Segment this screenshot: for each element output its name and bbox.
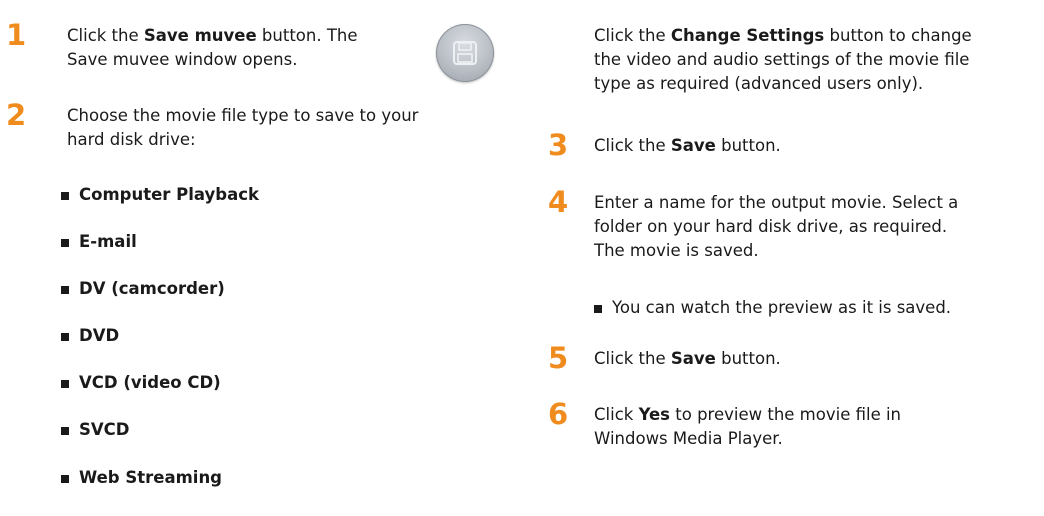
note-line-2: the video and audio settings of the movi… bbox=[594, 50, 970, 69]
bullet-icon bbox=[61, 475, 69, 483]
save-muvee-icon bbox=[436, 24, 494, 82]
bullet-icon bbox=[61, 192, 69, 200]
bullet-icon bbox=[594, 305, 602, 313]
step-4-line-2: folder on your hard disk drive, as requi… bbox=[594, 217, 948, 236]
bullet-icon bbox=[61, 333, 69, 341]
step-4-line-3: The movie is saved. bbox=[594, 241, 759, 260]
step-2-line-2: hard disk drive: bbox=[67, 130, 196, 149]
step-4-line-1: Enter a name for the output movie. Selec… bbox=[594, 193, 959, 212]
step-number: 2 bbox=[6, 98, 27, 132]
step-1-line-1: Click the Save muvee button. The bbox=[67, 26, 358, 45]
step-number: 1 bbox=[6, 18, 27, 52]
step-number: 6 bbox=[548, 397, 569, 431]
step-6-line-1: Click Yes to preview the movie file in bbox=[594, 405, 902, 424]
bullet-icon bbox=[61, 380, 69, 388]
bullet-icon bbox=[61, 239, 69, 247]
step-5-text: Click the Save button. bbox=[594, 349, 781, 368]
step-1-line-2: Save muvee window opens. bbox=[67, 50, 298, 69]
note-line-3: type as required (advanced users only). bbox=[594, 74, 924, 93]
bullet-icon bbox=[61, 427, 69, 435]
step-number: 5 bbox=[548, 341, 569, 375]
note-line-1: Click the Change Settings button to chan… bbox=[594, 26, 972, 45]
step-3-text: Click the Save button. bbox=[594, 136, 781, 155]
step-number: 3 bbox=[548, 128, 569, 162]
bullet-icon bbox=[61, 286, 69, 294]
step-number: 4 bbox=[548, 185, 569, 219]
step-2-line-1: Choose the movie file type to save to yo… bbox=[67, 106, 419, 125]
step-6-line-2: Windows Media Player. bbox=[594, 429, 783, 448]
